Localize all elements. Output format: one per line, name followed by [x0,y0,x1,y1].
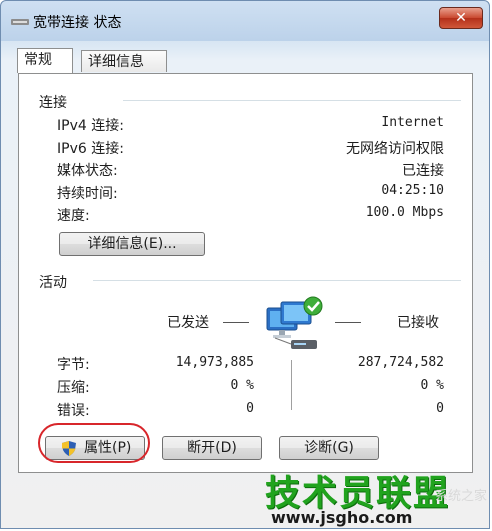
bytes-received: 287,724,582 [357,355,444,370]
tab-general[interactable]: 常规 [17,48,73,73]
sent-dash [223,322,249,323]
divider [123,100,461,101]
bytes-sent: 14,973,885 [175,355,254,370]
compression-label: 压缩: [57,380,90,396]
details-button[interactable]: 详细信息(E)... [59,232,205,256]
disconnect-button[interactable]: 断开(D) [162,436,262,460]
activity-divider [291,360,292,410]
watermark: 技术员联盟 www.jsgho.com 系统之家 [259,465,487,529]
close-button[interactable]: ✕ [439,7,483,29]
diagnose-button[interactable]: 诊断(G) [279,436,379,460]
divider [93,280,461,281]
highlight-ring [38,423,150,463]
window-title: 宽带连接 状态 [33,15,122,31]
ipv6-value: 无网络访问权限 [346,141,444,157]
errors-received: 0 [436,401,444,416]
watermark-tag: 系统之家 [434,489,487,504]
media-state-value: 已连接 [402,163,444,179]
media-state-label: 媒体状态: [57,163,118,179]
speed-value: 100.0 Mbps [365,205,444,220]
duration-value: 04:25:10 [381,183,444,198]
sent-label: 已发送 [167,315,209,331]
connection-heading: 连接 [39,95,67,111]
errors-sent: 0 [246,401,254,416]
received-dash [335,322,361,323]
watermark-url: www.jsgho.com [271,508,413,527]
tab-details[interactable]: 详细信息 [81,50,167,72]
general-panel: 连接 IPv4 连接: Internet IPv6 连接: 无网络访问权限 媒体… [18,73,473,473]
network-connection-icon [11,19,29,25]
network-computers-icon [266,296,323,349]
received-label: 已接收 [397,315,439,331]
ipv6-label: IPv6 连接: [57,141,124,157]
speed-label: 速度: [57,208,90,224]
status-dialog: 宽带连接 状态 ✕ 常规 详细信息 连接 IPv4 连接: Internet I… [0,0,490,529]
duration-label: 持续时间: [57,186,118,202]
ipv4-label: IPv4 连接: [57,118,124,134]
ipv4-value: Internet [381,115,444,130]
title-bar[interactable]: 宽带连接 状态 ✕ [1,1,489,39]
activity-heading: 活动 [39,275,67,291]
errors-label: 错误: [57,403,90,419]
compression-sent: 0 % [230,378,254,393]
bytes-label: 字节: [57,357,90,373]
compression-received: 0 % [420,378,444,393]
